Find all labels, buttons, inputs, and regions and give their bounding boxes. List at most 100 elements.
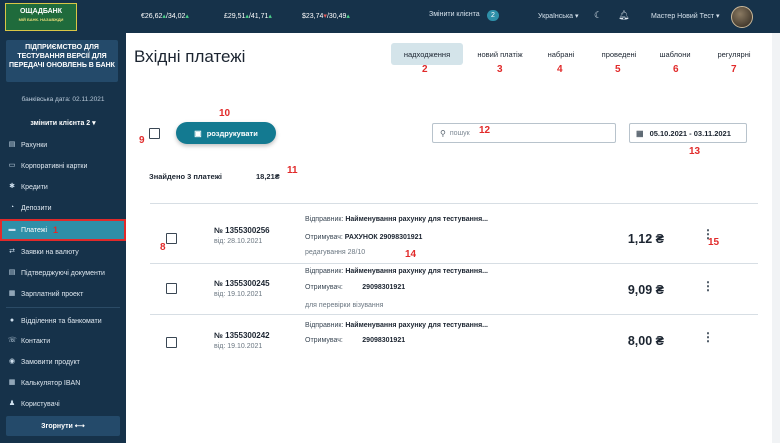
payment-sender: Відправник: Найменування рахунку для тес… bbox=[305, 268, 488, 275]
sidebar-item-label: Контакти bbox=[21, 337, 51, 345]
annotation-number: 8 bbox=[160, 242, 166, 253]
tab-drafted[interactable]: набрані bbox=[538, 43, 584, 65]
list-divider bbox=[150, 314, 758, 315]
moon-icon[interactable]: ☾ bbox=[594, 10, 602, 21]
tab-templates[interactable]: шаблони bbox=[652, 43, 698, 65]
document-icon: ▤ bbox=[8, 269, 16, 276]
sidebar-item-label: Кредити bbox=[21, 183, 48, 191]
sidebar-divider bbox=[6, 307, 120, 308]
rate-usd: $23,74▾/30,49▴ bbox=[302, 12, 350, 20]
rate-arrow-icon: ▴ bbox=[185, 13, 189, 20]
collapse-sidebar-button[interactable]: Згорнути ⟷ bbox=[6, 416, 120, 436]
receiver-label: Отримувач: bbox=[305, 284, 343, 291]
rate-eur: €26,62▴/34,02▴ bbox=[141, 12, 189, 20]
page-title: Вхідні платежі bbox=[134, 47, 246, 66]
payment-date: від: 19.10.2021 bbox=[214, 291, 263, 298]
tab-incoming[interactable]: надходження bbox=[391, 43, 463, 65]
print-button-label: роздрукувати bbox=[206, 128, 258, 138]
sender-name: Найменування рахунку для тестування... bbox=[345, 268, 489, 275]
receiver-label: Отримувач: bbox=[305, 234, 343, 241]
payment-number[interactable]: № 1355300242 bbox=[214, 331, 270, 340]
company-name: ПІДПРИЄМСТВО ДЛЯ ТЕСТУВАННЯ ВЕРСІЇ ДЛЯ П… bbox=[6, 40, 118, 82]
tab-regular[interactable]: регулярні bbox=[707, 43, 761, 65]
annotation-number: 15 bbox=[708, 237, 720, 248]
credit-icon: ✱ bbox=[9, 183, 15, 190]
switch-client-dropdown[interactable]: змінити клієнта 2 ▾ bbox=[0, 119, 126, 127]
logo-title: ОЩАДБАНК bbox=[19, 8, 63, 15]
sidebar-item-currency[interactable]: ⇄ Заявки на валюту bbox=[0, 243, 126, 261]
card-icon: ▭ bbox=[8, 162, 16, 169]
rate-value: /34,02 bbox=[165, 13, 186, 20]
wallet-icon: ▤ bbox=[8, 141, 16, 148]
more-actions-icon[interactable]: ⋮ bbox=[702, 331, 714, 343]
receiver-label: Отримувач: bbox=[305, 337, 343, 344]
rate-value: €26,62 bbox=[141, 13, 163, 20]
change-client-link[interactable]: Змінити клієнта bbox=[429, 11, 480, 18]
select-all-checkbox[interactable] bbox=[149, 128, 160, 139]
sidebar-item-deposits[interactable]: ◔ Депозити bbox=[0, 199, 126, 217]
date-range-value: 05.10.2021 - 03.11.2021 bbox=[649, 128, 731, 138]
logo-subtitle: МІЙ БАНК. НАЗАВЖДИ bbox=[18, 17, 64, 22]
annotation-number: 4 bbox=[557, 64, 563, 75]
rate-value: /41,71 bbox=[248, 13, 269, 20]
sender-label: Відправник: bbox=[305, 216, 344, 223]
currency-icon: ⇄ bbox=[9, 248, 15, 255]
payment-sender: Відправник: Найменування рахунку для тес… bbox=[305, 216, 488, 223]
sidebar-item-cards[interactable]: ▭ Корпоративні картки bbox=[0, 157, 126, 175]
annotation-number: 1 bbox=[53, 225, 59, 235]
payment-amount: 9,09 ₴ bbox=[627, 283, 664, 297]
tab-new-payment[interactable]: новий платіж bbox=[468, 43, 532, 65]
annotation-number: 3 bbox=[497, 64, 503, 75]
location-icon: ● bbox=[9, 317, 15, 324]
avatar[interactable] bbox=[731, 6, 753, 28]
sidebar-item-label: Замовити продукт bbox=[21, 358, 80, 366]
deposit-icon: ◔ bbox=[9, 204, 15, 211]
sidebar: ОЩАДБАНК МІЙ БАНК. НАЗАВЖДИ ПІДПРИЄМСТВО… bbox=[0, 0, 126, 443]
sidebar-item-documents[interactable]: ▤ Підтверджуючі документи bbox=[0, 264, 126, 282]
sidebar-item-branches[interactable]: ● Відділення та банкомати bbox=[0, 312, 126, 330]
more-actions-icon[interactable]: ⋮ bbox=[702, 280, 714, 292]
sidebar-item-label: Калькулятор IBAN bbox=[21, 379, 81, 387]
payment-checkbox[interactable] bbox=[166, 283, 177, 294]
sidebar-item-label: Підтверджуючі документи bbox=[21, 269, 105, 277]
sidebar-item-accounts[interactable]: ▤ Рахунки bbox=[0, 136, 126, 154]
bank-logo[interactable]: ОЩАДБАНК МІЙ БАНК. НАЗАВЖДИ bbox=[5, 3, 77, 31]
sidebar-item-label: Корпоративні картки bbox=[21, 162, 88, 170]
tab-processed[interactable]: проведені bbox=[592, 43, 646, 65]
sidebar-item-salary[interactable]: ▦ Зарплатний проект bbox=[0, 285, 126, 303]
found-total: 18,21₴ bbox=[256, 172, 280, 181]
scrollbar[interactable] bbox=[772, 33, 780, 443]
payment-amount: 8,00 ₴ bbox=[627, 334, 664, 348]
sidebar-item-users[interactable]: ♟ Користувачі bbox=[0, 395, 126, 413]
receiver-name: 29098301921 bbox=[362, 337, 406, 344]
rate-value: £29,51 bbox=[224, 13, 246, 20]
rate-value: $23,74 bbox=[302, 13, 324, 20]
payment-receiver: Отримувач: РАХУНОК 29098301921 bbox=[305, 234, 422, 241]
sidebar-item-order[interactable]: ◉ Замовити продукт bbox=[0, 353, 126, 371]
sidebar-item-label: Заявки на валюту bbox=[21, 248, 79, 256]
payment-number[interactable]: № 1355300256 bbox=[214, 226, 270, 235]
payment-checkbox[interactable] bbox=[166, 233, 177, 244]
calculator-icon: ▦ bbox=[8, 379, 16, 386]
sidebar-item-contacts[interactable]: ☏ Контакти bbox=[0, 332, 126, 350]
payment-amount: 1,12 ₴ bbox=[627, 232, 664, 246]
users-icon: ♟ bbox=[8, 400, 16, 407]
phone-icon: ☏ bbox=[8, 337, 17, 344]
date-range-picker[interactable]: ▦ 05.10.2021 - 03.11.2021 bbox=[629, 123, 747, 143]
sidebar-item-label: Зарплатний проект bbox=[21, 290, 84, 298]
user-menu[interactable]: Мастер Новий Тест ▾ bbox=[651, 12, 720, 20]
sidebar-item-payments[interactable]: ▬ Платежі 1 bbox=[0, 219, 126, 241]
sidebar-item-label: Платежі bbox=[21, 226, 48, 234]
sidebar-item-credits[interactable]: ✱ Кредити bbox=[0, 178, 126, 196]
sidebar-item-label: Рахунки bbox=[21, 141, 48, 149]
payment-checkbox[interactable] bbox=[166, 337, 177, 348]
search-input[interactable]: ⚲ пошук bbox=[432, 123, 616, 143]
rate-arrow-icon: ▴ bbox=[346, 13, 350, 20]
print-button[interactable]: ▣ роздрукувати bbox=[176, 122, 276, 144]
payment-date: від: 28.10.2021 bbox=[214, 238, 263, 245]
payment-number[interactable]: № 1355300245 bbox=[214, 279, 270, 288]
bell-icon[interactable]: 🔔︎ bbox=[618, 10, 629, 21]
payment-sender: Відправник: Найменування рахунку для тес… bbox=[305, 322, 488, 329]
language-selector[interactable]: Українська ▾ bbox=[538, 12, 579, 20]
sidebar-item-iban[interactable]: ▦ Калькулятор IBAN bbox=[0, 374, 126, 392]
